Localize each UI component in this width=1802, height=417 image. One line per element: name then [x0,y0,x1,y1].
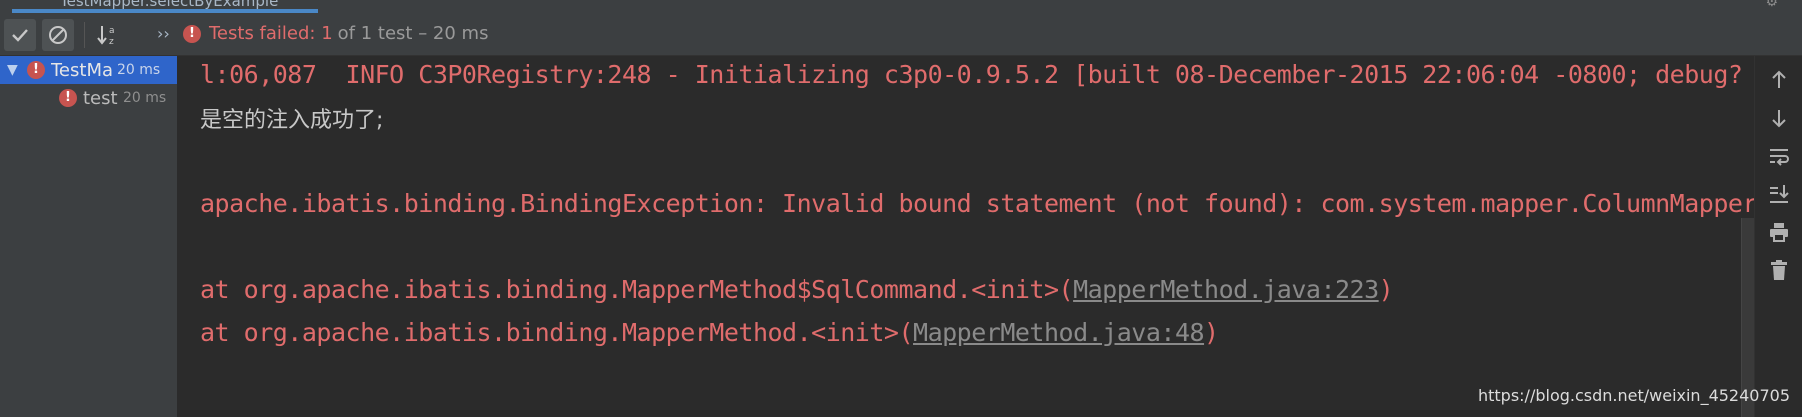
ignored-icon [49,26,67,44]
run-tab-bar: TestMapper.selectByExample ⚙ [0,0,1802,14]
show-ignored-button[interactable] [42,19,74,51]
tree-item-label: TestMa [51,59,114,81]
tree-item-test-method[interactable]: ! test! 20 ms [0,84,177,112]
failed-test-icon: ! [59,89,77,107]
trash-icon[interactable] [1767,258,1791,282]
failed-test-icon: ! [27,61,45,79]
stack-trace-line: at org.apache.ibatis.binding.MapperMetho… [200,275,1394,304]
scroll-to-end-icon[interactable] [1767,182,1791,206]
tree-item-time: 20 ms [117,62,161,78]
toolbar-separator [84,22,85,48]
source-link[interactable]: MapperMethod.java:223 [1073,275,1379,304]
active-tab-indicator [12,9,318,13]
status-summary-text: of 1 test – 20 ms [337,23,489,44]
tree-item-label: test! [83,87,119,109]
arrow-down-icon[interactable] [1767,106,1791,130]
console-line: l:06,087 INFO C3P0Registry:248 - Initial… [200,60,1743,89]
tree-item-test-class[interactable]: ▼ ! TestMa 20 ms [0,56,177,84]
sort-icon: a z [97,26,115,47]
stack-trace-text: ) [1204,318,1219,347]
more-actions-chevron-icon[interactable]: ›› [157,24,170,43]
error-icon: ! [183,24,201,43]
soft-wrap-icon[interactable] [1767,144,1791,168]
svg-text:a: a [109,26,115,36]
show-passed-button[interactable] [4,19,36,51]
console-output[interactable]: l:06,087 INFO C3P0Registry:248 - Initial… [178,56,1754,417]
test-runner-toolbar: a z ›› ! Tests failed: 1 of 1 test – 20 … [0,14,1802,56]
stack-trace-line: at org.apache.ibatis.binding.MapperMetho… [200,318,1219,347]
sort-alphabetically-button[interactable]: a z [92,19,124,51]
stack-trace-text: ) [1378,275,1394,304]
svg-text:z: z [109,37,114,47]
status-failed-text: Tests failed: 1 [209,23,333,44]
watermark-text: https://blog.csdn.net/weixin_45240705 [1477,386,1790,405]
print-icon[interactable] [1767,220,1791,244]
test-tree: ▼ ! TestMa 20 ms ! test! 20 ms [0,56,178,417]
source-link[interactable]: MapperMethod.java:48 [913,318,1205,347]
console-line: apache.ibatis.binding.BindingException: … [200,189,1754,218]
stack-trace-text: at org.apache.ibatis.binding.MapperMetho… [200,275,1074,304]
arrow-up-icon[interactable] [1767,68,1791,92]
test-status: ! Tests failed: 1 of 1 test – 20 ms [183,23,488,44]
tree-item-time: 20 ms [123,90,167,106]
expand-arrow-icon[interactable]: ▼ [7,62,27,78]
console-line: 是空的注入成功了; [200,108,384,133]
checkmark-icon [12,29,28,42]
settings-icon[interactable]: ⚙ [1765,0,1778,10]
stack-trace-text: at org.apache.ibatis.binding.MapperMetho… [200,318,914,347]
console-side-toolbar [1754,56,1802,417]
